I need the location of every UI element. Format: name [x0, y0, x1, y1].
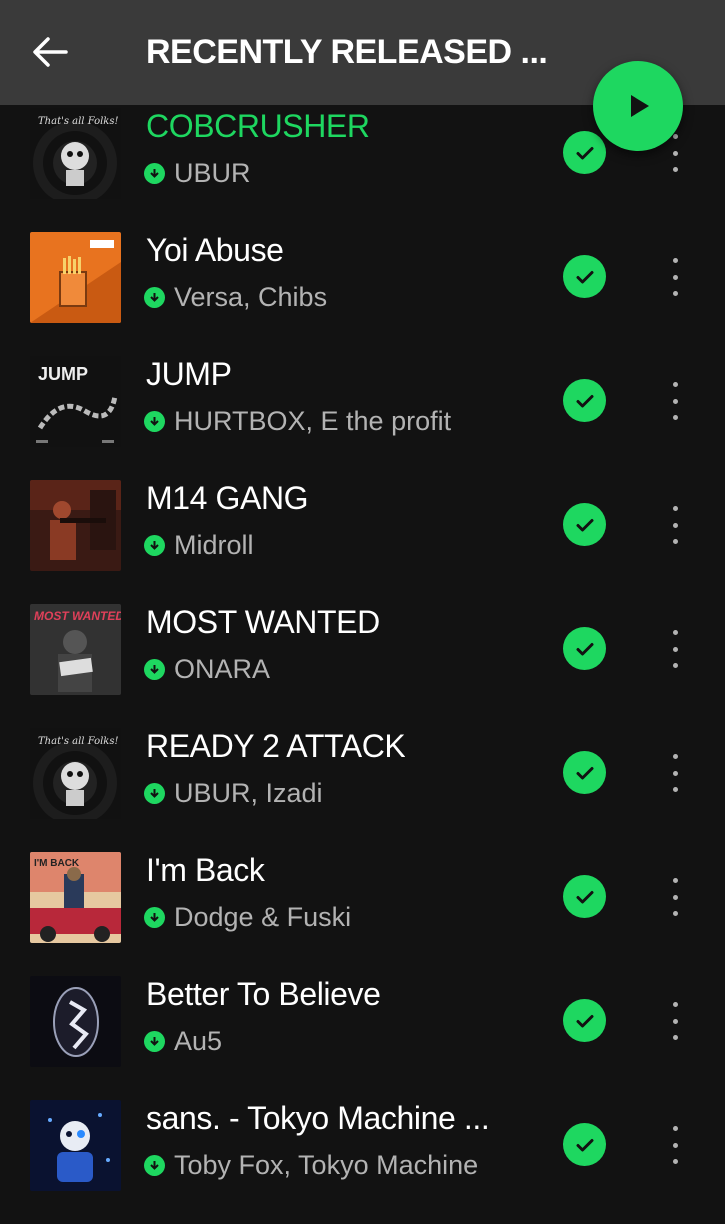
album-cover: I'M BACK — [30, 852, 121, 943]
more-options-icon[interactable] — [660, 1122, 690, 1168]
track-artists: Dodge & Fuski — [174, 901, 352, 932]
back-button[interactable] — [28, 30, 72, 74]
track-artists: Midroll — [174, 529, 254, 560]
album-cover: JUMP — [30, 356, 121, 447]
more-options-icon[interactable] — [660, 874, 690, 920]
liked-check-icon[interactable] — [563, 1123, 606, 1166]
liked-check-icon[interactable] — [563, 875, 606, 918]
downloaded-icon — [144, 906, 165, 928]
more-options-icon[interactable] — [660, 626, 690, 672]
track-artists: ONARA — [174, 653, 271, 684]
album-cover — [30, 232, 121, 323]
track-row[interactable]: JUMP JUMP HURTBOX, E the profit — [0, 356, 725, 480]
track-list: That's all Folks! COBCRUSHER UBUR Yoi Ab… — [0, 0, 725, 1200]
track-artists: Au5 — [174, 1025, 223, 1056]
liked-check-icon[interactable] — [563, 131, 606, 174]
downloaded-icon — [144, 1030, 165, 1052]
svg-text:That's all Folks!: That's all Folks! — [38, 116, 119, 127]
downloaded-icon — [144, 410, 165, 432]
more-options-icon[interactable] — [660, 378, 690, 424]
track-title: READY 2 ATTACK — [146, 728, 406, 764]
downloaded-icon — [144, 286, 165, 308]
track-title: COBCRUSHER — [146, 108, 370, 144]
arrow-left-icon — [33, 37, 68, 67]
track-row[interactable]: That's all Folks! READY 2 ATTACK UBUR, I… — [0, 728, 725, 852]
downloaded-icon — [144, 534, 165, 556]
album-cover — [30, 1100, 121, 1191]
page-title: RECENTLY RELEASED ... — [146, 33, 548, 71]
track-title: MOST WANTED — [146, 604, 380, 640]
track-artists: HURTBOX, E the profit — [174, 405, 452, 436]
play-icon — [631, 95, 649, 117]
track-artists: UBUR, Izadi — [174, 777, 323, 808]
track-title: sans. - Tokyo Machine ... — [146, 1100, 490, 1136]
album-cover: MOST WANTED — [30, 604, 121, 695]
track-artists: UBUR — [174, 157, 251, 188]
more-options-icon[interactable] — [660, 502, 690, 548]
track-row[interactable]: M14 GANG Midroll — [0, 480, 725, 604]
track-row[interactable]: Yoi Abuse Versa, Chibs — [0, 232, 725, 356]
svg-text:MOST WANTED: MOST WANTED — [34, 609, 121, 623]
track-title: Yoi Abuse — [146, 232, 284, 268]
downloaded-icon — [144, 162, 165, 184]
track-title: JUMP — [146, 356, 232, 392]
track-title: I'm Back — [146, 852, 265, 888]
svg-text:That's all Folks!: That's all Folks! — [38, 736, 119, 747]
liked-check-icon[interactable] — [563, 379, 606, 422]
liked-check-icon[interactable] — [563, 751, 606, 794]
track-row[interactable]: I'M BACK I'm Back Dodge & Fuski — [0, 852, 725, 976]
downloaded-icon — [144, 782, 165, 804]
liked-check-icon[interactable] — [563, 503, 606, 546]
track-title: M14 GANG — [146, 480, 309, 516]
liked-check-icon[interactable] — [563, 255, 606, 298]
play-button[interactable] — [593, 61, 683, 151]
track-title: Better To Believe — [146, 976, 381, 1012]
liked-check-icon[interactable] — [563, 627, 606, 670]
track-row[interactable]: sans. - Tokyo Machine ... Toby Fox, Toky… — [0, 1100, 725, 1224]
album-cover — [30, 480, 121, 571]
album-cover: That's all Folks! — [30, 108, 121, 199]
liked-check-icon[interactable] — [563, 999, 606, 1042]
svg-text:JUMP: JUMP — [38, 364, 88, 384]
track-artists: Versa, Chibs — [174, 281, 328, 312]
track-artists: Toby Fox, Tokyo Machine — [174, 1149, 479, 1180]
album-cover: That's all Folks! — [30, 728, 121, 819]
track-row[interactable]: MOST WANTED MOST WANTED ONARA — [0, 604, 725, 728]
downloaded-icon — [144, 1154, 165, 1176]
more-options-icon[interactable] — [660, 750, 690, 796]
track-row[interactable]: Better To Believe Au5 — [0, 976, 725, 1100]
more-options-icon[interactable] — [660, 254, 690, 300]
album-cover — [30, 976, 121, 1067]
more-options-icon[interactable] — [660, 998, 690, 1044]
downloaded-icon — [144, 658, 165, 680]
